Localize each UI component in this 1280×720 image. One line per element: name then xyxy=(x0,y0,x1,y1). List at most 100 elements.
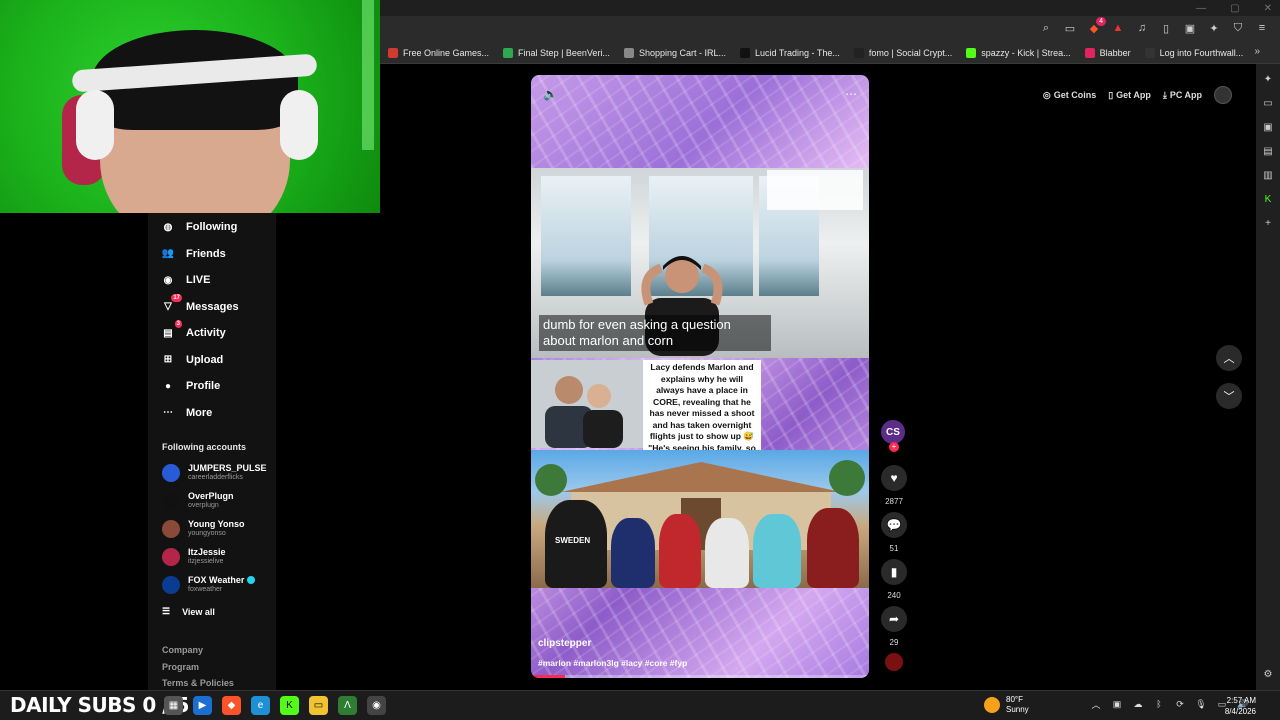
zoom-icon[interactable]: ⌕ xyxy=(1038,20,1054,36)
windows-taskbar: DAILY SUBS 0 / 5 ▦ ▶ ◆ e K ▭ Λ ◉ 80°F Su… xyxy=(0,690,1280,720)
account-text: Young Yonso youngyonso xyxy=(188,519,245,539)
creator-avatar[interactable]: CS xyxy=(881,420,905,444)
leo-ai-icon[interactable]: ✦ xyxy=(1206,20,1222,36)
like-count: 2877 xyxy=(885,497,903,506)
webcam-light-strip xyxy=(362,0,374,150)
sound-disc-icon[interactable] xyxy=(885,653,903,671)
bookmark-favicon-icon xyxy=(853,48,864,58)
sidebar-item-messages[interactable]: ▽ 17 Messages xyxy=(160,293,239,317)
sidebar-toggle-icon[interactable]: ▯ xyxy=(1158,20,1174,36)
brave-browser-icon[interactable]: ◆ xyxy=(222,696,241,715)
previous-video-button[interactable]: ︿ xyxy=(1216,345,1242,371)
volume-icon[interactable]: 🔈 xyxy=(543,87,558,101)
notification-badge: 3 xyxy=(174,320,182,328)
bookmark-item[interactable]: Free Online Games... xyxy=(388,48,489,58)
settings-gear-icon[interactable]: ⚙ xyxy=(1261,667,1275,681)
more-options-icon[interactable]: ⋯ xyxy=(845,87,857,101)
get-app-link[interactable]: ▯ Get App xyxy=(1108,90,1151,101)
task-view-icon[interactable]: ▦ xyxy=(164,696,183,715)
menu-icon[interactable]: ≡ xyxy=(1254,20,1270,36)
bookmark-item[interactable]: Blabber xyxy=(1084,48,1131,58)
bookmark-item[interactable]: Final Step | BeenVeri... xyxy=(503,48,610,58)
user-avatar[interactable] xyxy=(1214,86,1232,104)
account-name-text: Young Yonso xyxy=(188,519,245,529)
share-button[interactable]: ➦ xyxy=(881,606,907,632)
sidebar-item-activity[interactable]: ▤ 3 Activity xyxy=(160,320,226,343)
bookmark-label: Final Step | BeenVeri... xyxy=(518,48,610,58)
share-count: 29 xyxy=(889,638,899,647)
bookmark-label: Blabber xyxy=(1099,48,1131,58)
bookmark-item[interactable]: Shopping Cart - IRL... xyxy=(623,48,726,58)
bookmark-favicon-icon xyxy=(1144,48,1155,58)
wallet-icon[interactable]: ▣ xyxy=(1182,20,1198,36)
sidebar-item-friends[interactable]: 👥 Friends xyxy=(160,244,226,264)
tray-bluetooth-icon[interactable]: ᛒ xyxy=(1153,698,1165,710)
reading-list-icon[interactable]: ▥ xyxy=(1261,168,1275,182)
person-3 xyxy=(659,514,701,588)
bookmark-favicon-icon xyxy=(1084,48,1095,58)
bookmark-item[interactable]: fomo | Social Crypt... xyxy=(853,48,952,58)
sidebar-item-upload[interactable]: ⊞ Upload xyxy=(160,350,223,370)
bookmark-icon: ▮ xyxy=(890,565,898,579)
sidebar-item-following[interactable]: ◍ Following xyxy=(160,217,238,237)
microphone-icon[interactable]: 🎙 xyxy=(1195,698,1207,710)
file-explorer-icon[interactable]: ▭ xyxy=(309,696,328,715)
save-button[interactable]: ▮ xyxy=(881,559,907,585)
wallet-sidebar-icon[interactable]: ▣ xyxy=(1261,120,1275,134)
leo-sidebar-icon[interactable]: ✦ xyxy=(1261,72,1275,86)
tray-overflow-icon[interactable]: ︿ xyxy=(1090,698,1102,710)
bookmark-item[interactable]: spazzy - Kick | Strea... xyxy=(966,48,1071,58)
kick-icon[interactable]: K xyxy=(1261,192,1275,206)
terminal-app-icon[interactable]: Λ xyxy=(338,696,357,715)
following-account[interactable]: FOX Weather foxweather xyxy=(162,575,256,595)
tray-cloud-icon[interactable]: ☁ xyxy=(1132,698,1144,710)
sidebar-item-more[interactable]: ⋯ More xyxy=(160,403,212,423)
close-icon[interactable]: ✕ xyxy=(1264,3,1272,14)
pc-app-link[interactable]: ⤓ PC App xyxy=(1163,90,1202,101)
kick-app-icon[interactable]: K xyxy=(280,696,299,715)
footer-link-company[interactable]: Company xyxy=(162,645,203,655)
following-account[interactable]: JUMPERS_PULSE careerladderflicks xyxy=(162,463,267,483)
bookmark-item[interactable]: Log into Fourthwall... xyxy=(1144,48,1243,58)
account-name-text: ItzJessie xyxy=(188,547,226,557)
obs-icon[interactable]: ◉ xyxy=(367,696,386,715)
video-author[interactable]: clipstepper xyxy=(538,638,591,649)
video-hashtags[interactable]: #marlon #marlon3lg #lacy #core #fyp xyxy=(538,658,687,668)
comment-button[interactable]: 💬 xyxy=(881,512,907,538)
next-video-button[interactable]: ﹀ xyxy=(1216,383,1242,409)
footer-link-terms[interactable]: Terms & Policies xyxy=(162,678,234,688)
person-2 xyxy=(611,518,655,588)
tray-app-icon[interactable]: ▣ xyxy=(1111,698,1123,710)
maximize-icon[interactable]: ▢ xyxy=(1230,3,1239,14)
vpn-icon[interactable]: ⛉ xyxy=(1230,20,1246,36)
footer-link-program[interactable]: Program xyxy=(162,662,199,672)
vpn-app-icon[interactable]: ▶ xyxy=(193,696,212,715)
messages-icon: ▽ 17 xyxy=(164,293,182,312)
video-progress-bar[interactable] xyxy=(531,675,869,678)
system-clock[interactable]: 2:57 AM 8/4/2026 xyxy=(1225,695,1256,717)
tray-update-icon[interactable]: ⟳ xyxy=(1174,698,1186,710)
following-account[interactable]: OverPlugn overplugn xyxy=(162,491,234,511)
group-photo: SWEDEN xyxy=(531,450,869,588)
like-button[interactable]: ♥ xyxy=(881,465,907,491)
brave-shield-icon[interactable]: ◆ 4 xyxy=(1086,17,1106,36)
following-account[interactable]: ItzJessie itzjessielive xyxy=(162,547,226,567)
bookmarks-sidebar-icon[interactable]: ▤ xyxy=(1261,144,1275,158)
following-account[interactable]: Young Yonso youngyonso xyxy=(162,519,245,539)
weather-widget[interactable]: 80°F Sunny xyxy=(984,695,1029,715)
video-player[interactable]: 🔈 ⋯ dumb for even asking a question abou… xyxy=(531,75,869,678)
rewards-icon[interactable]: ▲ xyxy=(1110,20,1126,36)
get-coins-link[interactable]: ◎ Get Coins xyxy=(1043,90,1096,101)
sidebar-item-live[interactable]: ◉ LIVE xyxy=(160,270,211,290)
media-icon[interactable]: ♫ xyxy=(1134,20,1150,36)
bookmark-item[interactable]: Lucid Trading - The... xyxy=(739,48,840,58)
follow-plus-icon[interactable]: + xyxy=(889,442,899,452)
add-panel-icon[interactable]: + xyxy=(1261,216,1275,230)
edge-browser-icon[interactable]: e xyxy=(251,696,270,715)
minimize-icon[interactable]: — xyxy=(1196,3,1206,14)
playlist-icon[interactable]: ▭ xyxy=(1261,96,1275,110)
sidebar-item-profile[interactable]: ● Profile xyxy=(160,376,220,396)
bookmarks-overflow-icon[interactable]: » xyxy=(1254,46,1260,57)
view-all-button[interactable]: ☰ View all xyxy=(162,606,215,617)
cast-icon[interactable]: ▭ xyxy=(1062,20,1078,36)
